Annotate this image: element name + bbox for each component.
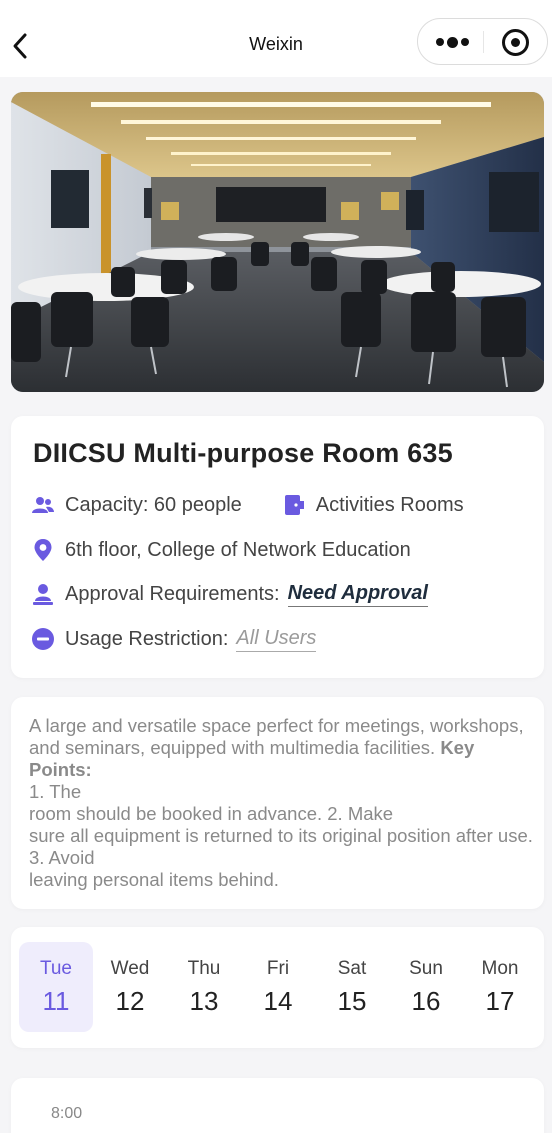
people-icon: [31, 493, 55, 517]
top-navigation-bar: Weixin: [0, 0, 552, 77]
description-line-4: sure all equipment is returned to its or…: [29, 825, 533, 868]
capacity-row: Capacity: 60 people Activities Rooms: [31, 492, 464, 518]
date-item[interactable]: Sun 16: [389, 942, 463, 1032]
room-door-icon: [282, 493, 306, 517]
approval-value[interactable]: Need Approval: [287, 582, 428, 607]
restriction-value[interactable]: All Users: [236, 627, 317, 652]
date-number: 16: [411, 986, 441, 1016]
date-item[interactable]: Thu 13: [167, 942, 241, 1032]
date-item[interactable]: Wed 12: [93, 942, 167, 1032]
restriction-minus-icon: [31, 627, 55, 651]
room-photo: [11, 92, 544, 392]
category-text: Activities Rooms: [315, 493, 464, 516]
approval-row: Approval Requirements: Need Approval: [31, 581, 428, 607]
capacity-text: Capacity: 60 people: [65, 493, 242, 516]
date-number: 17: [485, 986, 515, 1016]
date-number: 13: [189, 986, 219, 1016]
date-weekday: Fri: [266, 958, 290, 979]
user-stamp-icon: [31, 582, 55, 606]
location-pin-icon: [31, 538, 55, 562]
mini-program-capsule: [417, 18, 548, 65]
date-item[interactable]: Fri 14: [241, 942, 315, 1032]
location-row: 6th floor, College of Network Education: [31, 537, 411, 563]
more-dots-icon[interactable]: [432, 27, 472, 57]
date-weekday: Tue: [39, 958, 73, 979]
location-text: 6th floor, College of Network Education: [65, 538, 411, 561]
date-number: 14: [263, 986, 293, 1016]
capsule-divider: [483, 31, 484, 53]
date-number: 15: [337, 986, 367, 1016]
restriction-label: Usage Restriction:: [65, 627, 229, 650]
restriction-row: Usage Restriction: All Users: [31, 626, 317, 652]
date-number: 12: [115, 986, 145, 1016]
description-line-2: 1. The: [29, 781, 82, 802]
date-item[interactable]: Mon 17: [463, 942, 537, 1032]
room-description: A large and versatile space perfect for …: [29, 715, 534, 891]
date-item[interactable]: Tue 11: [19, 942, 93, 1032]
room-info-card: DIICSU Multi-purpose Room 635 Capacity: …: [11, 416, 544, 678]
time-schedule-card: 8:00: [11, 1078, 544, 1133]
time-slot-label: 8:00: [51, 1105, 83, 1122]
date-selector: Tue 11 Wed 12 Thu 13 Fri 14 Sat 15 Sun 1…: [11, 927, 544, 1048]
target-circle-icon[interactable]: [502, 29, 529, 56]
date-weekday: Sat: [337, 958, 367, 979]
date-number: 11: [42, 986, 70, 1016]
date-weekday: Thu: [187, 958, 221, 979]
room-name: DIICSU Multi-purpose Room 635: [33, 438, 453, 468]
room-description-card: A large and versatile space perfect for …: [11, 697, 544, 909]
description-line-5: leaving personal items behind.: [29, 869, 279, 890]
date-weekday: Mon: [481, 958, 519, 979]
description-line-3: room should be booked in advance. 2. Mak…: [29, 803, 394, 824]
date-item[interactable]: Sat 15: [315, 942, 389, 1032]
approval-label: Approval Requirements:: [65, 582, 280, 605]
date-weekday: Wed: [110, 958, 150, 979]
date-weekday: Sun: [409, 958, 443, 979]
